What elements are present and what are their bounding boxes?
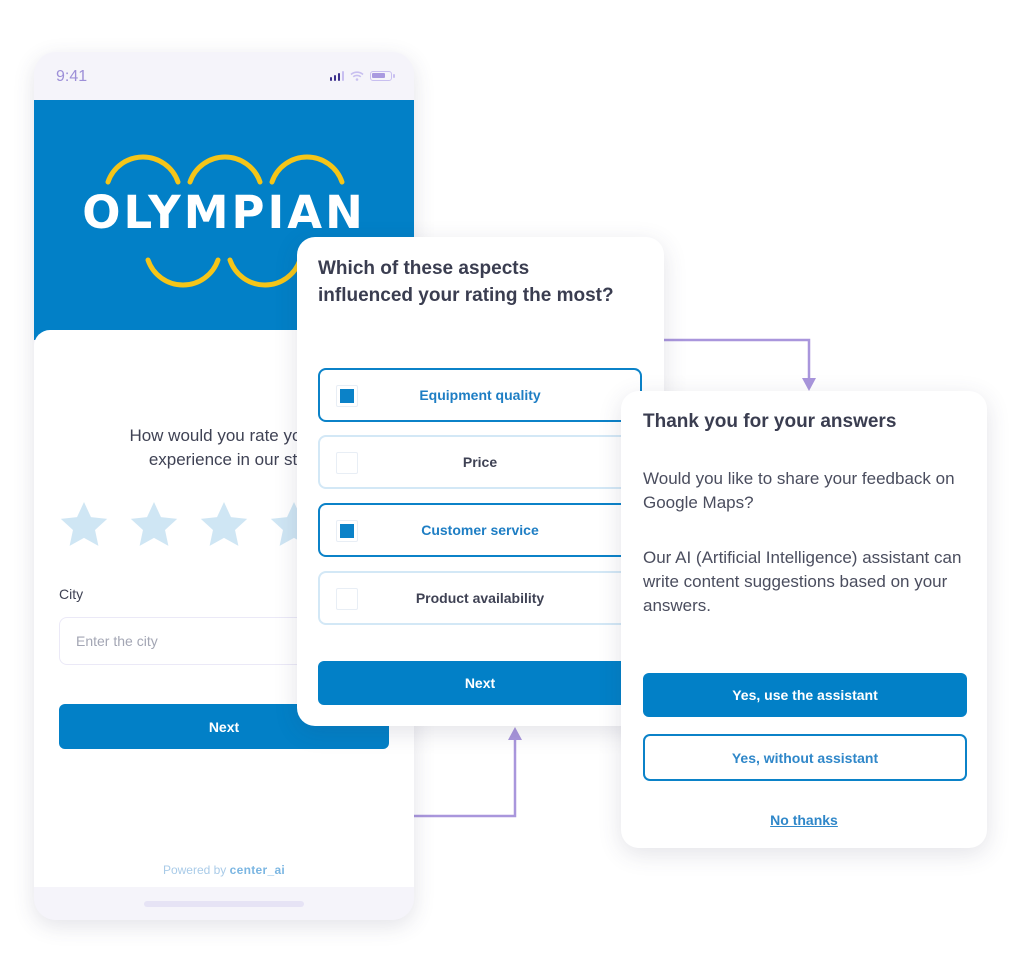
ai-assistant-description: Our AI (Artificial Intelligence) assista… (643, 548, 962, 615)
battery-icon (370, 71, 395, 81)
home-indicator[interactable] (144, 901, 304, 907)
option-product-availability[interactable]: Product availability (318, 571, 642, 625)
google-maps-question: Would you like to share your feedback on… (643, 469, 955, 512)
powered-by-brand: center_ai (229, 863, 286, 877)
brand-name: OLYMPIAN (82, 186, 366, 239)
option-label: Price (462, 454, 498, 470)
option-customer-service[interactable]: Customer service (318, 503, 642, 557)
star-icon-2[interactable] (126, 498, 182, 552)
city-label: City (59, 586, 84, 602)
thank-you-card: Thank you for your answers Would you lik… (621, 391, 987, 848)
powered-by-prefix: Powered by (162, 863, 227, 877)
option-price[interactable]: Price (318, 435, 642, 489)
star-icon-3[interactable] (196, 498, 252, 552)
use-assistant-button[interactable]: Yes, use the assistant (643, 673, 967, 717)
wifi-icon (350, 71, 364, 81)
thanks-title: Thank you for your answers (643, 411, 897, 432)
connector-aspects-to-thanks (664, 338, 816, 391)
status-icons (329, 71, 395, 81)
signal-icon (329, 71, 344, 81)
without-assistant-button[interactable]: Yes, without assistant (643, 734, 967, 781)
status-bar: 9:41 (34, 52, 414, 100)
option-label: Customer service (421, 522, 539, 538)
option-equipment-quality[interactable]: Equipment quality (318, 368, 642, 422)
no-thanks-link[interactable]: No thanks (621, 812, 987, 828)
status-time: 9:41 (56, 68, 88, 85)
powered-by: Powered by center_ai (34, 863, 414, 877)
aspects-card: Which of these aspects influenced your r… (297, 237, 664, 726)
option-label: Equipment quality (419, 387, 541, 403)
option-label: Product availability (415, 590, 545, 606)
home-bar-area (34, 887, 414, 920)
aspects-question: Which of these aspects influenced your r… (318, 258, 614, 306)
star-icon-1[interactable] (56, 498, 112, 552)
aspects-next-button[interactable]: Next (318, 661, 642, 705)
connector-phone-to-aspects (414, 727, 522, 818)
